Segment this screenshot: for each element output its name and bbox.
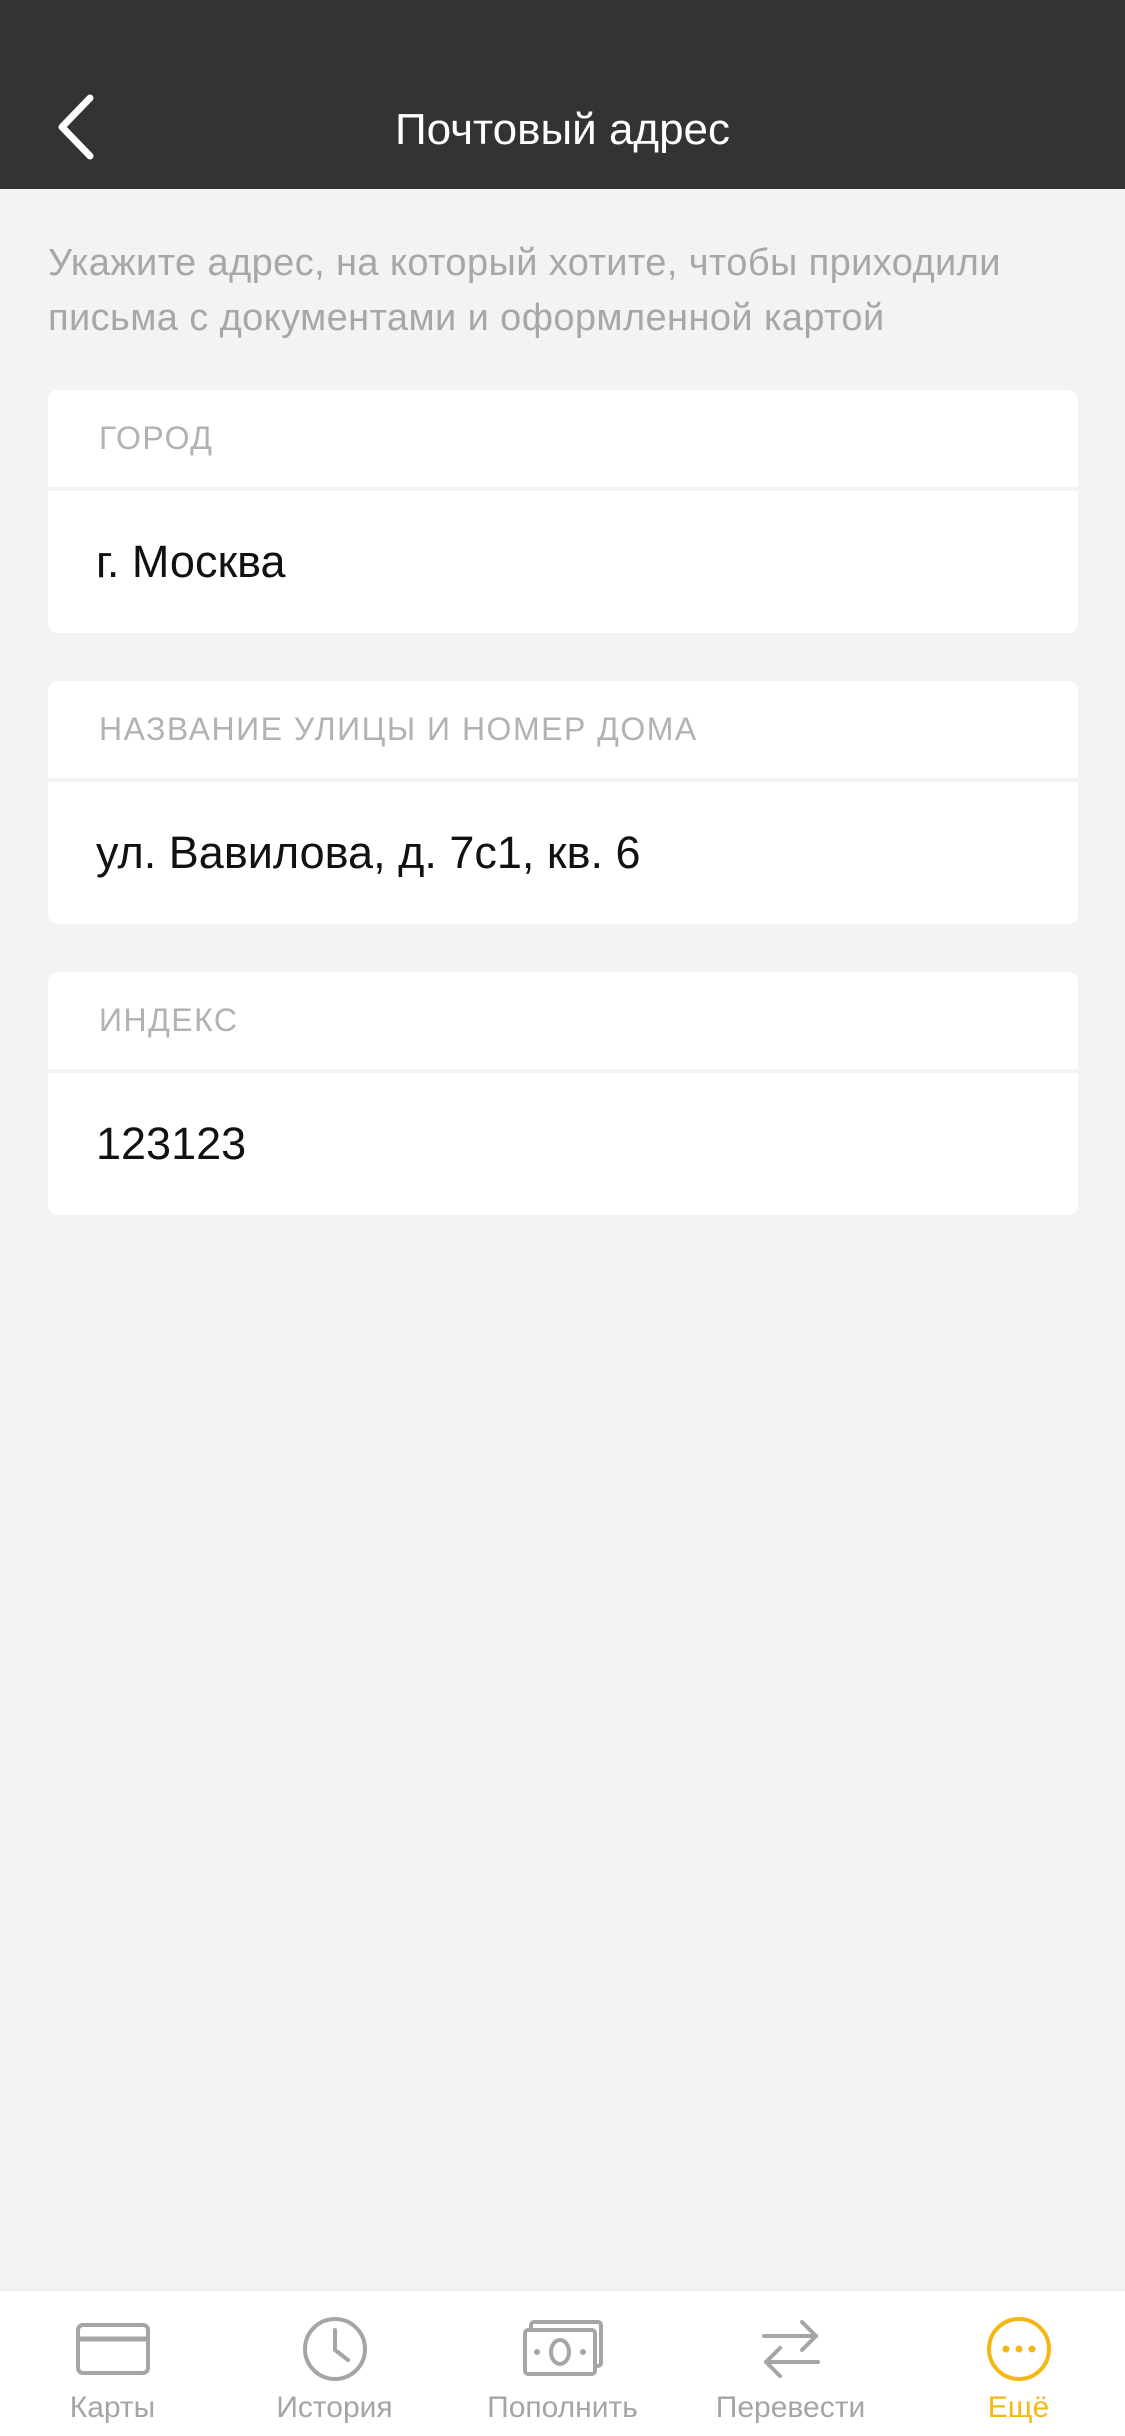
tab-transfer[interactable]: Перевести [678,2291,903,2436]
tab-topup[interactable]: Пополнить [450,2291,675,2436]
tab-transfer-label: Перевести [715,2391,866,2424]
tab-history-label: История [276,2391,393,2424]
tab-bar: Карты История Пополнить Перевести Ещё [0,2290,1125,2436]
tab-cards[interactable]: Карты [0,2291,225,2436]
more-dots-icon [986,2317,1051,2381]
tab-more-label: Ещё [987,2391,1050,2424]
city-field-label: ГОРОД [99,420,214,456]
nav-header: Почтовый адрес [0,0,1125,189]
tab-cards-label: Карты [69,2391,156,2424]
cash-icon [522,2320,603,2376]
postal-index-field-label: ИНДЕКС [99,1002,239,1038]
tab-topup-label: Пополнить [487,2391,638,2424]
tab-more[interactable]: Ещё [906,2291,1125,2436]
tab-history[interactable]: История [222,2291,447,2436]
street-field-card: НАЗВАНИЕ УЛИЦЫ И НОМЕР ДОМА ул. Вавилова… [48,681,1078,924]
city-field-card: ГОРОД г. Москва [48,390,1078,633]
clock-icon [302,2317,367,2381]
page: Почтовый адрес Укажите адрес, на который… [0,0,1125,2436]
postal-index-field-card: ИНДЕКС 123123 [48,972,1078,1215]
card-icon [75,2323,150,2375]
address-description: Укажите адрес, на который хотите, чтобы … [48,242,1001,339]
page-title: Почтовый адрес [394,105,731,154]
postal-index-input[interactable]: 123123 [96,1073,1036,1215]
street-field-label: НАЗВАНИЕ УЛИЦЫ И НОМЕР ДОМА [99,711,698,747]
city-input[interactable]: г. Москва [96,491,1036,633]
transfer-arrows-icon [761,2320,820,2378]
street-input[interactable]: ул. Вавилова, д. 7с1, кв. 6 [96,782,1036,924]
